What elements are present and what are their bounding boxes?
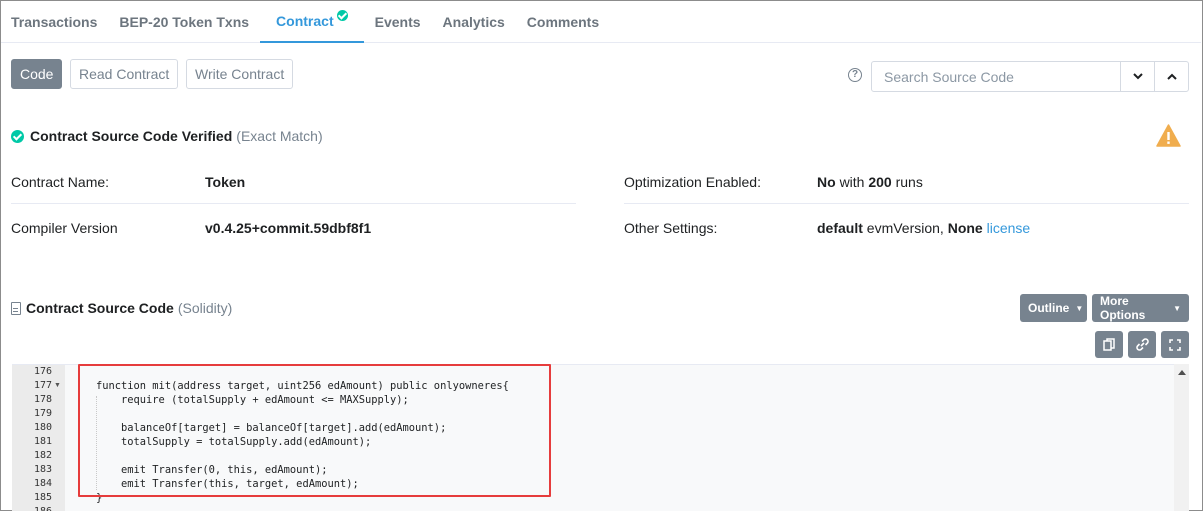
source-code-title: Contract Source Code	[26, 300, 174, 316]
code-line: balanceOf[target] = balanceOf[target].ad…	[96, 422, 447, 434]
copy-link-button[interactable]	[1128, 331, 1156, 358]
evm-default-text: default	[817, 220, 863, 236]
line-number: 180	[33, 422, 52, 433]
link-icon	[1135, 338, 1149, 351]
more-options-label: More Options	[1100, 294, 1146, 322]
tab-bep20-token-txns[interactable]: BEP-20 Token Txns	[108, 1, 260, 43]
source-code-header: Contract Source Code (Solidity)	[11, 300, 232, 316]
search-input[interactable]	[872, 62, 1120, 91]
check-circle-icon	[11, 129, 24, 143]
line-number: 179	[33, 408, 52, 419]
tab-transactions[interactable]: Transactions	[1, 1, 108, 43]
copy-icon	[1103, 338, 1115, 351]
compiler-version-value: v0.4.25+commit.59dbf8f1	[205, 220, 371, 236]
optimization-runs-suffix: runs	[895, 174, 923, 190]
license-none-text: None	[947, 220, 983, 236]
line-number: 182	[33, 450, 52, 461]
write-contract-button[interactable]: Write Contract	[186, 59, 294, 89]
code-button[interactable]: Code	[11, 59, 63, 89]
line-number: 184	[33, 478, 52, 489]
other-settings-label: Other Settings:	[624, 220, 718, 236]
other-settings-value: default evmVersion, None license	[817, 220, 1030, 236]
tab-contract[interactable]: Contract	[260, 1, 364, 43]
code-editor[interactable]: 176 177 ▼ function mit(address target, uint…	[12, 364, 1189, 511]
fold-arrow-icon[interactable]: ▼	[54, 382, 61, 389]
warning-icon[interactable]	[1156, 124, 1181, 147]
search-prev-button[interactable]	[1154, 62, 1188, 91]
tab-contract-label: Contract	[276, 13, 334, 29]
more-options-dropdown[interactable]: More Options ▼	[1092, 294, 1189, 322]
line-number: 183	[33, 464, 52, 475]
divider	[11, 203, 576, 204]
chevron-up-icon	[1166, 73, 1177, 80]
search-source-code	[871, 61, 1189, 92]
verified-header: Contract Source Code Verified (Exact Mat…	[11, 128, 323, 144]
chevron-down-icon: ▼	[1173, 303, 1181, 313]
scroll-up-arrow-icon[interactable]	[1178, 370, 1186, 375]
line-number: 181	[33, 436, 52, 447]
indent-guide	[96, 396, 97, 490]
code-line: function mit(address target, uint256 edA…	[96, 380, 509, 392]
optimization-enabled-text: No	[817, 174, 836, 190]
optimization-label: Optimization Enabled:	[624, 174, 761, 190]
search-next-button[interactable]	[1120, 62, 1154, 91]
contract-name-text: Token	[205, 174, 246, 190]
line-number: 185	[33, 492, 52, 503]
verified-title: Contract Source Code Verified	[30, 128, 233, 144]
optimization-with-text: with	[839, 174, 865, 190]
tab-bar: Transactions BEP-20 Token Txns Contract …	[1, 1, 1201, 43]
exact-match-label: (Exact Match)	[236, 128, 323, 144]
source-language: (Solidity)	[177, 300, 233, 316]
code-line: emit Transfer(this, target, edAmount);	[96, 478, 359, 490]
line-number: 178	[33, 394, 52, 405]
optimization-runs-count: 200	[868, 174, 892, 190]
tab-comments[interactable]: Comments	[516, 1, 610, 43]
license-link[interactable]: license	[987, 220, 1031, 236]
expand-icon	[1169, 338, 1181, 351]
outline-label: Outline	[1028, 301, 1070, 315]
chevron-down-icon	[1132, 73, 1143, 80]
code-line: totalSupply = totalSupply.add(edAmount);	[96, 436, 372, 448]
file-code-icon	[11, 301, 21, 315]
code-line: require (totalSupply + edAmount <= MAXSu…	[96, 394, 409, 406]
optimization-value: No with 200 runs	[817, 174, 923, 190]
contract-name-value: Token	[205, 174, 245, 190]
compiler-version-text: v0.4.25+commit.59dbf8f1	[205, 220, 372, 236]
outline-dropdown[interactable]: Outline ▼	[1020, 294, 1087, 322]
fullscreen-button[interactable]	[1161, 331, 1189, 358]
chevron-down-icon: ▼	[1075, 303, 1084, 313]
help-icon[interactable]: ?	[848, 68, 862, 82]
divider	[624, 203, 1189, 204]
contract-name-label: Contract Name:	[11, 174, 110, 190]
copy-button[interactable]	[1095, 331, 1123, 358]
code-line: }	[96, 492, 103, 504]
read-contract-button[interactable]: Read Contract	[70, 59, 179, 89]
tab-analytics[interactable]: Analytics	[432, 1, 516, 43]
code-line: emit Transfer(0, this, edAmount);	[96, 464, 328, 476]
compiler-version-label: Compiler Version	[11, 220, 118, 236]
evm-version-text: evmVersion,	[866, 220, 944, 236]
scrollbar[interactable]	[1174, 364, 1189, 511]
line-number: 186	[12, 505, 52, 511]
line-number: 176	[33, 366, 52, 377]
line-number: 177	[33, 380, 52, 391]
tab-events[interactable]: Events	[364, 1, 432, 43]
verified-check-icon	[336, 9, 348, 21]
